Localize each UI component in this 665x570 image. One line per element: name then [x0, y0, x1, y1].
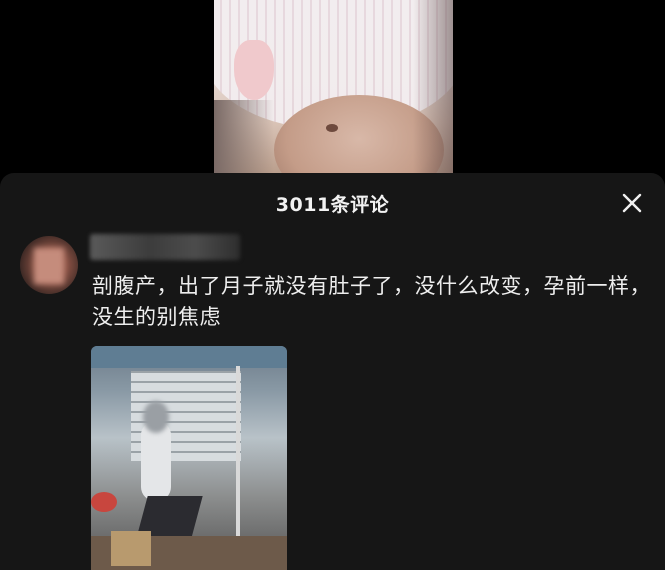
photo-ceiling	[91, 346, 287, 368]
comment-text: 剖腹产，出了月子就没有肚子了，没什么改变，孕前一样，没生的别焦虑	[92, 274, 651, 329]
comment-image[interactable]	[91, 346, 287, 570]
screen: 3011条评论 剖腹产，出了月子就没有肚子了，没什么改变，孕前一样，没生的别焦虑	[0, 0, 665, 570]
video-cat-pattern	[234, 40, 274, 100]
close-icon	[622, 193, 642, 213]
avatar-face-blur	[34, 248, 64, 284]
photo-person	[141, 421, 171, 501]
video-navel	[326, 124, 338, 132]
comments-count-title: 3011条评论	[275, 194, 390, 216]
comments-sheet: 3011条评论 剖腹产，出了月子就没有肚子了，没什么改变，孕前一样，没生的别焦虑	[0, 173, 665, 570]
avatar[interactable]	[20, 236, 78, 294]
video-thumbnail[interactable]	[214, 0, 453, 175]
photo-ball	[91, 492, 117, 512]
close-button[interactable]	[621, 192, 643, 214]
video-shadow	[214, 100, 274, 175]
video-shadow	[413, 0, 453, 175]
photo-box	[111, 531, 151, 566]
photo-blurred-face	[143, 401, 169, 433]
comment-username[interactable]	[90, 234, 240, 260]
